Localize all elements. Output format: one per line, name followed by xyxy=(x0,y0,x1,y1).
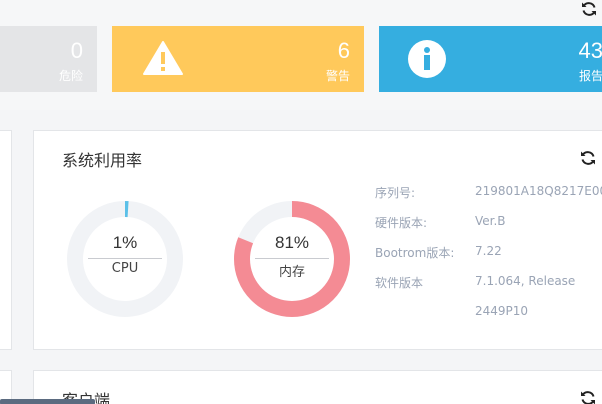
left-panel xyxy=(0,130,12,350)
warning-label: 警告 xyxy=(325,69,350,83)
info-value: 7.1.064, Release xyxy=(475,274,576,288)
info-key: 序列号: xyxy=(375,186,416,200)
cpu-gauge-chart xyxy=(67,201,183,317)
cpu-percent: 1% xyxy=(112,233,138,252)
memory-gauge-chart xyxy=(234,201,350,317)
warning-alert-card[interactable]: 6 警告 xyxy=(112,26,364,92)
cpu-divider xyxy=(88,258,162,259)
refresh-icon[interactable] xyxy=(580,0,598,18)
refresh-icon[interactable] xyxy=(579,389,597,404)
warning-count: 6 xyxy=(337,38,350,63)
info-value: Ver.B xyxy=(475,214,506,228)
refresh-icon[interactable] xyxy=(579,149,597,167)
cpu-gauge-track xyxy=(67,201,183,317)
info-key: 硬件版本: xyxy=(375,216,428,230)
danger-count: 0 xyxy=(70,38,83,63)
info-value: 219801A18Q8217E00 xyxy=(475,184,602,198)
memory-percent: 81% xyxy=(274,233,310,252)
info-key: 软件版本 xyxy=(375,276,424,290)
cpu-label: CPU xyxy=(111,261,139,276)
panel-title: 系统利用率 xyxy=(62,151,143,170)
info-count: 43 xyxy=(578,38,602,63)
danger-label: 危险 xyxy=(58,69,83,83)
danger-alert-card[interactable]: 0 危险 xyxy=(0,26,97,92)
info-label: 报告 xyxy=(578,69,602,83)
warning-icon xyxy=(143,41,183,75)
info-value: 7.22 xyxy=(475,244,502,258)
info-value: 2449P10 xyxy=(475,304,529,318)
client-panel: 客户端 xyxy=(33,370,602,404)
memory-divider xyxy=(255,258,329,259)
info-key: Bootrom版本: xyxy=(375,246,455,260)
system-utilization-panel: 系统利用率 1% CPU 81% 内存 序列号: 219801A18Q8217E… xyxy=(33,130,602,350)
scrollbar-thumb[interactable] xyxy=(0,399,95,404)
memory-label: 内存 xyxy=(278,265,305,280)
info-icon xyxy=(408,40,446,78)
memory-gauge: 81% 内存 xyxy=(232,199,352,319)
cpu-gauge: 1% CPU xyxy=(65,199,185,319)
info-alert-card[interactable]: 43 报告 xyxy=(379,26,602,92)
